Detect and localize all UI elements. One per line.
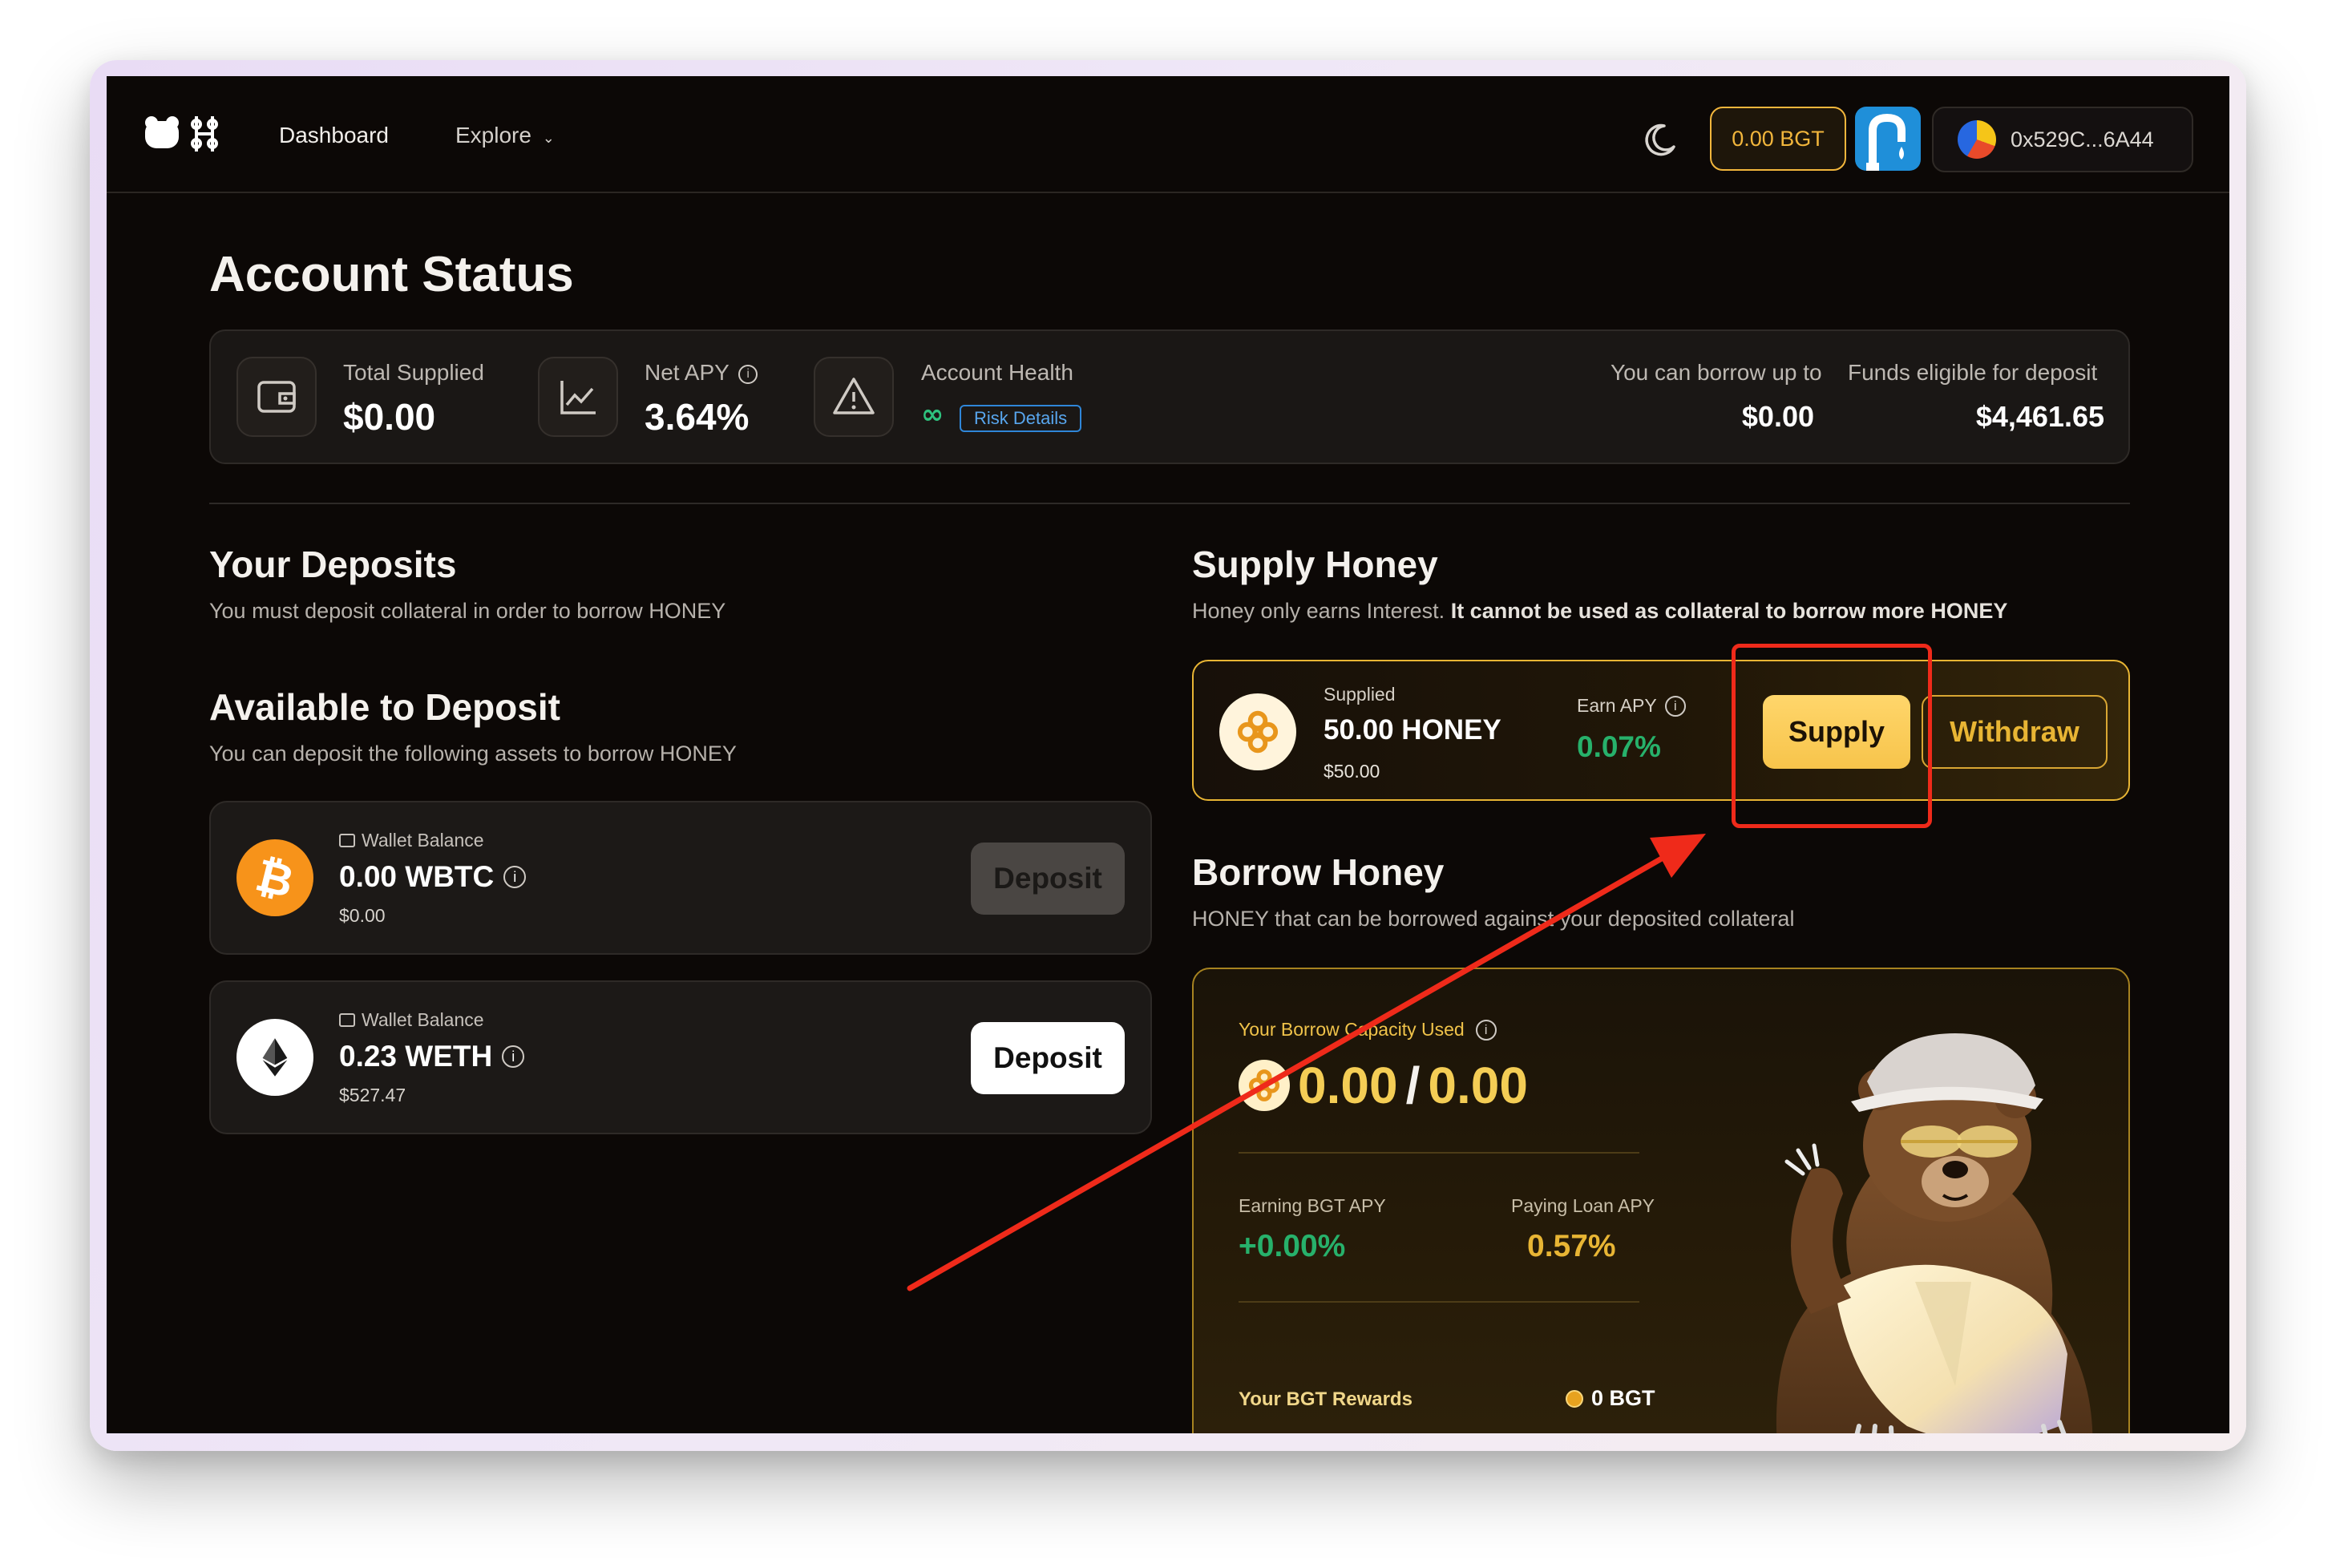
supplied-amount: 50.00 HONEY: [1324, 714, 1501, 746]
warning-icon: [814, 357, 894, 437]
earning-bgt-apy-label: Earning BGT APY: [1239, 1195, 1386, 1216]
net-apy-value: 3.64%: [645, 396, 750, 438]
deposit-button-wbtc[interactable]: Deposit: [971, 843, 1125, 915]
wallet-account-button[interactable]: 0x529C...6A44: [1932, 107, 2193, 172]
your-deposits-title: Your Deposits: [209, 544, 457, 585]
moon-icon[interactable]: [1640, 121, 1679, 160]
asset-usd: $527.47: [339, 1085, 406, 1105]
bgt-balance-button[interactable]: 0.00 BGT: [1710, 107, 1846, 171]
supplied-usd: $50.00: [1324, 761, 1380, 782]
wallet-balance-text: Wallet Balance: [362, 1009, 484, 1030]
wallet-balance-text: Wallet Balance: [362, 830, 484, 851]
bitcoin-icon: ₿: [236, 839, 313, 916]
wallet-address: 0x529C...6A44: [2011, 127, 2154, 152]
wallet-small-icon: [339, 1013, 355, 1027]
bgt-rewards-label: Your BGT Rewards: [1239, 1388, 1413, 1410]
chart-line-icon: [538, 357, 618, 437]
top-navbar: Dashboard Explore ⌄ 0.00 BGT 0x529C...6A…: [107, 76, 2229, 193]
borrow-capacity-value: 0.00 / 0.00: [1239, 1056, 1528, 1115]
borrow-divider: [1239, 1301, 1639, 1303]
withdraw-button[interactable]: Withdraw: [1922, 695, 2108, 769]
capacity-used: 0.00: [1298, 1057, 1398, 1114]
asset-amount-text: 0.00 WBTC: [339, 860, 495, 893]
borrow-up-to-label: You can borrow up to: [1611, 360, 1822, 385]
asset-amount: 0.00 WBTC i: [339, 860, 527, 894]
available-title: Available to Deposit: [209, 686, 560, 728]
wallet-avatar: [1958, 120, 1996, 159]
bera-logo-icon[interactable]: [142, 111, 230, 156]
app-window: Dashboard Explore ⌄ 0.00 BGT 0x529C...6A…: [107, 76, 2229, 1433]
borrow-capacity-label: Your Borrow Capacity Used i: [1239, 1019, 1497, 1041]
paying-loan-apy-value: 0.57%: [1527, 1229, 1616, 1263]
funds-eligible-value: $4,461.65: [1975, 400, 2104, 433]
honey-icon: [1239, 1060, 1290, 1111]
wallet-balance-label: Wallet Balance: [339, 830, 484, 851]
info-icon[interactable]: i: [503, 866, 527, 888]
earn-apy-label: Earn APY i: [1577, 695, 1686, 717]
info-icon[interactable]: i: [738, 364, 758, 384]
wallet-balance-label: Wallet Balance: [339, 1009, 484, 1031]
asset-card-weth: Wallet Balance 0.23 WETH i $527.47 Depos…: [209, 980, 1152, 1134]
supplied-label: Supplied: [1324, 684, 1396, 705]
bgt-rewards-text: 0 BGT: [1591, 1386, 1655, 1410]
faucet-icon: [1866, 113, 1906, 171]
total-supplied-label: Total Supplied: [343, 360, 484, 385]
page-title: Account Status: [209, 247, 574, 302]
borrow-divider: [1239, 1152, 1639, 1154]
wallet-icon: [236, 357, 317, 437]
supply-subtitle-bold: It cannot be used as collateral to borro…: [1450, 599, 2008, 623]
earning-bgt-apy-value: +0.00%: [1239, 1229, 1346, 1263]
asset-card-wbtc: ₿ Wallet Balance 0.00 WBTC i $0.00 Depos…: [209, 801, 1152, 955]
supply-honey-title: Supply Honey: [1192, 544, 1438, 585]
capacity-separator: /: [1405, 1057, 1421, 1114]
funds-eligible-label: Funds eligible for deposit: [1848, 360, 2098, 385]
borrow-honey-title: Borrow Honey: [1192, 851, 1445, 893]
ethereum-icon: [236, 1019, 313, 1096]
supply-honey-subtitle: Honey only earns Interest. It cannot be …: [1192, 599, 2007, 624]
available-subtitle: You can deposit the following assets to …: [209, 742, 737, 766]
section-divider: [209, 503, 2130, 504]
bgt-rewards-value: 0 BGT: [1566, 1386, 1655, 1411]
risk-details-link[interactable]: Risk Details: [960, 405, 1082, 432]
info-icon[interactable]: i: [1475, 1019, 1497, 1041]
asset-usd: $0.00: [339, 905, 386, 926]
borrow-capacity-label-text: Your Borrow Capacity Used: [1239, 1019, 1465, 1040]
bear-mascot-illustration: [1776, 1033, 2093, 1433]
your-deposits-subtitle: You must deposit collateral in order to …: [209, 599, 726, 623]
nav-dashboard[interactable]: Dashboard: [279, 123, 389, 148]
capacity-total: 0.00: [1428, 1057, 1528, 1114]
total-supplied-value: $0.00: [343, 396, 436, 438]
faucet-button[interactable]: [1855, 107, 1921, 171]
net-apy-label: Net APY i: [645, 360, 758, 386]
earn-apy-value: 0.07%: [1577, 730, 1661, 763]
account-health-label: Account Health: [921, 360, 1073, 385]
net-apy-label-text: Net APY: [645, 360, 729, 385]
info-icon[interactable]: i: [1664, 695, 1686, 717]
supply-subtitle-plain: Honey only earns Interest.: [1192, 599, 1445, 623]
borrow-up-to-value: $0.00: [1741, 400, 1814, 433]
annotation-highlight-box: [1732, 644, 1932, 828]
wallet-small-icon: [339, 834, 355, 847]
account-health-value: ∞: [921, 398, 944, 430]
asset-amount: 0.23 WETH i: [339, 1040, 525, 1073]
earn-apy-label-text: Earn APY: [1577, 695, 1657, 716]
borrow-honey-subtitle: HONEY that can be borrowed against your …: [1192, 907, 1795, 931]
bgt-coin-icon: [1566, 1389, 1583, 1408]
deposit-button-weth[interactable]: Deposit: [971, 1022, 1125, 1094]
nav-explore[interactable]: Explore ⌄: [455, 123, 555, 148]
nav-explore-label: Explore: [455, 123, 531, 148]
supply-honey-card: Supplied 50.00 HONEY $50.00 Earn APY i 0…: [1192, 660, 2130, 801]
chevron-down-icon: ⌄: [542, 130, 555, 146]
account-status-card: Total Supplied $0.00 Net APY i 3.64% Acc…: [209, 329, 2130, 464]
borrow-honey-card: Your Borrow Capacity Used i 0.00 / 0.00 …: [1192, 968, 2130, 1433]
paying-loan-apy-label: Paying Loan APY: [1511, 1195, 1655, 1216]
honey-icon: [1219, 693, 1296, 770]
asset-amount-text: 0.23 WETH: [339, 1040, 493, 1073]
info-icon[interactable]: i: [502, 1045, 525, 1068]
